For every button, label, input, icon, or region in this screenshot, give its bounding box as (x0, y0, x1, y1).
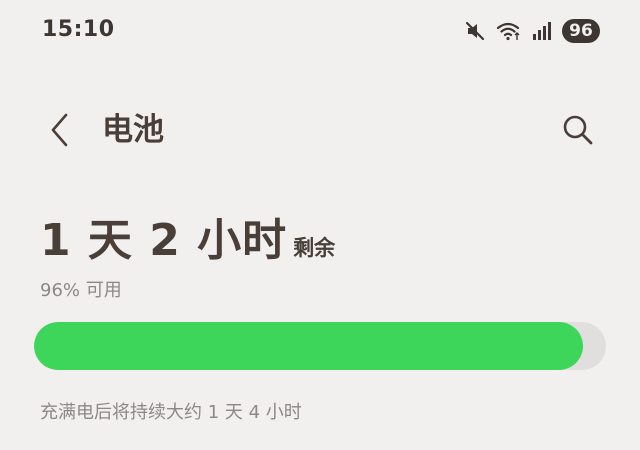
battery-level-fill (34, 322, 584, 370)
back-button[interactable] (40, 108, 80, 152)
battery-remaining: 1 天 2 小时 剩余 (40, 204, 335, 268)
remaining-label: 剩余 (293, 236, 336, 260)
battery-available-percent: 96% 可用 (40, 280, 122, 301)
search-button[interactable] (556, 108, 600, 152)
status-icons: 96 (464, 17, 600, 45)
status-bar: 15:10 96 (0, 0, 640, 62)
wifi-icon (496, 20, 522, 42)
chevron-left-icon (51, 113, 68, 147)
app-bar: 电池 (0, 100, 640, 160)
search-icon (563, 115, 593, 145)
battery-level-badge: 96 (562, 19, 600, 43)
battery-level-bar (34, 322, 606, 370)
signal-icon (532, 21, 552, 41)
remaining-time: 1 天 2 小时 (40, 215, 288, 266)
full-charge-estimate: 充满电后将持续大约 1 天 4 小时 (40, 402, 302, 423)
mute-icon (464, 20, 486, 42)
page-title: 电池 (102, 112, 164, 148)
status-time: 15:10 (42, 17, 115, 42)
